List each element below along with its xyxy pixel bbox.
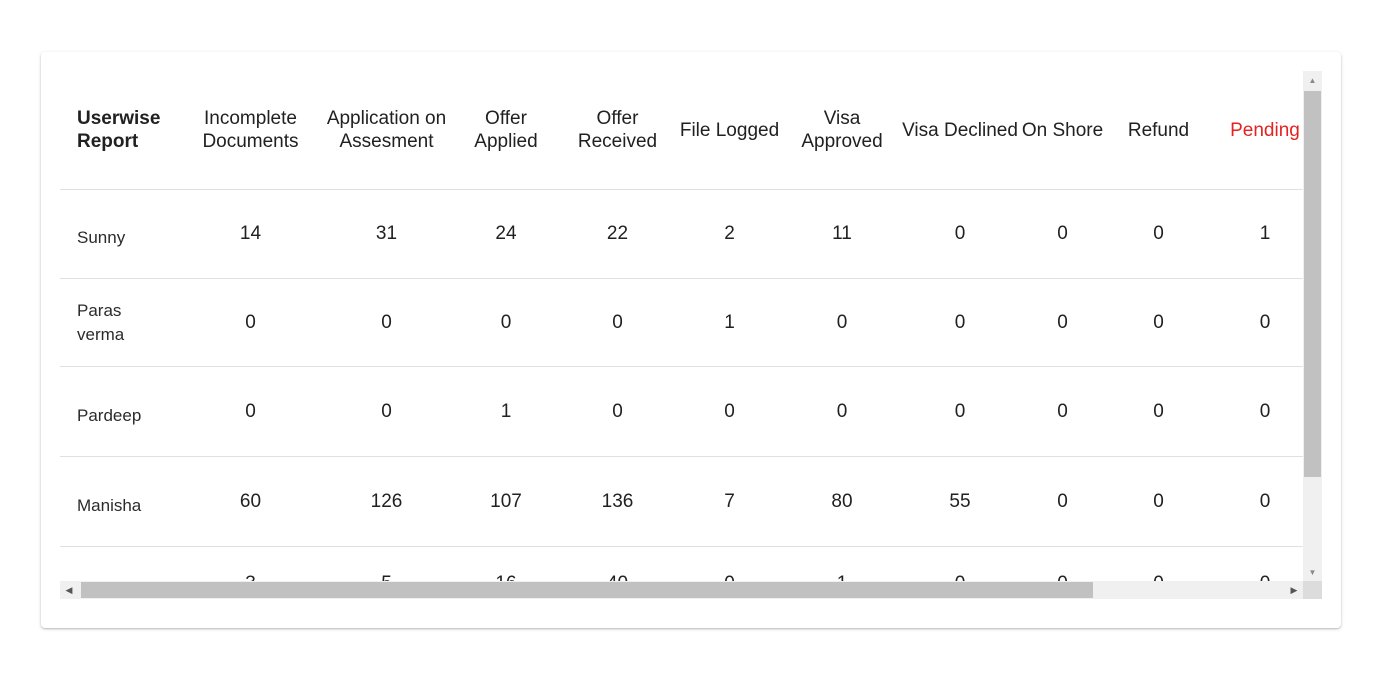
scrollbar-corner [1303, 581, 1322, 599]
table-cell: 1 [677, 278, 782, 367]
table-cell: 1 [454, 366, 558, 457]
triangle-up-icon[interactable]: ▲ [1303, 71, 1322, 89]
table-cell: 0 [319, 366, 454, 457]
triangle-left-icon[interactable]: ◀ [60, 581, 78, 599]
table-cell: 0 [319, 278, 454, 367]
table-cell: 0 [1210, 278, 1303, 367]
triangle-down-icon[interactable]: ▼ [1303, 563, 1322, 581]
column-header-visa-approved: Visa Approved [782, 71, 902, 190]
table-cell: 0 [902, 189, 1018, 279]
user-name-cell: Sunny [60, 189, 182, 279]
table-row: Sunny 14 31 24 22 2 11 0 0 0 1 [60, 189, 1303, 279]
table-cell: 3 [182, 546, 319, 581]
table-cell: 55 [902, 456, 1018, 547]
userwise-report-card: Userwise Report Incomplete Documents App… [41, 52, 1341, 628]
table-cell: 107 [454, 456, 558, 547]
column-header-application-on-assesment: Application on Assesment [319, 71, 454, 190]
table-cell: 2 [677, 189, 782, 279]
table-row: vaishali 3 5 16 40 0 1 0 0 0 0 [60, 546, 1303, 581]
column-header-userwise-report: Userwise Report [60, 71, 182, 190]
table-cell: 0 [782, 278, 902, 367]
table-cell: 0 [182, 366, 319, 457]
table-cell: 0 [1210, 456, 1303, 547]
table-cell: 0 [677, 366, 782, 457]
table-cell: 0 [558, 278, 677, 367]
table-cell: 0 [1018, 546, 1107, 581]
user-name-cell: Manisha [60, 456, 182, 547]
table-cell: 0 [1107, 189, 1210, 279]
column-header-on-shore: On Shore [1018, 71, 1107, 190]
userwise-report-table: Userwise Report Incomplete Documents App… [60, 71, 1303, 581]
table-cell: 0 [782, 366, 902, 457]
table-row: Manisha 60 126 107 136 7 80 55 0 0 0 [60, 456, 1303, 547]
table-cell: 0 [558, 366, 677, 457]
table-cell: 0 [1107, 278, 1210, 367]
table-cell: 0 [1107, 366, 1210, 457]
table-cell: 16 [454, 546, 558, 581]
column-header-incomplete-documents: Incomplete Documents [182, 71, 319, 190]
horizontal-scrollbar[interactable]: ◀ ▶ [60, 581, 1303, 599]
user-name-cell: Pardeep [60, 366, 182, 457]
column-header-pending: Pending [1210, 71, 1303, 190]
table-cell: 0 [902, 278, 1018, 367]
column-header-offer-received: Offer Received [558, 71, 677, 190]
table-cell: 136 [558, 456, 677, 547]
table-cell: 0 [1107, 456, 1210, 547]
table-cell: 1 [1210, 189, 1303, 279]
table-row: Paras verma 0 0 0 0 1 0 0 0 0 0 [60, 278, 1303, 367]
table-row: Pardeep 0 0 1 0 0 0 0 0 0 0 [60, 366, 1303, 457]
column-header-refund: Refund [1107, 71, 1210, 190]
table-cell: 0 [1210, 546, 1303, 581]
table-cell: 0 [454, 278, 558, 367]
column-header-offer-applied: Offer Applied [454, 71, 558, 190]
triangle-right-icon[interactable]: ▶ [1285, 581, 1303, 599]
table-cell: 31 [319, 189, 454, 279]
table-cell: 0 [1210, 366, 1303, 457]
table-cell: 60 [182, 456, 319, 547]
user-name-cell: Paras verma [60, 278, 182, 367]
header-row: Userwise Report Incomplete Documents App… [60, 71, 1303, 190]
horizontal-scroll-thumb[interactable] [81, 582, 1093, 598]
column-header-visa-declined: Visa Declined [902, 71, 1018, 190]
table-cell: 0 [902, 366, 1018, 457]
user-name-cell: vaishali [60, 546, 182, 581]
table-cell: 14 [182, 189, 319, 279]
vertical-scrollbar[interactable]: ▲ ▼ [1303, 71, 1322, 581]
table-cell: 0 [1107, 546, 1210, 581]
table-cell: 0 [1018, 189, 1107, 279]
table-cell: 0 [902, 546, 1018, 581]
table-cell: 0 [1018, 278, 1107, 367]
table-cell: 11 [782, 189, 902, 279]
table-cell: 126 [319, 456, 454, 547]
table-cell: 7 [677, 456, 782, 547]
table-cell: 40 [558, 546, 677, 581]
table-cell: 5 [319, 546, 454, 581]
table-cell: 0 [1018, 456, 1107, 547]
table-cell: 80 [782, 456, 902, 547]
table-cell: 1 [782, 546, 902, 581]
table-cell: 0 [677, 546, 782, 581]
table-cell: 0 [182, 278, 319, 367]
table-cell: 24 [454, 189, 558, 279]
table-cell: 22 [558, 189, 677, 279]
vertical-scroll-thumb[interactable] [1304, 91, 1321, 477]
table-cell: 0 [1018, 366, 1107, 457]
column-header-file-logged: File Logged [677, 71, 782, 190]
table-scroll-area[interactable]: Userwise Report Incomplete Documents App… [60, 71, 1303, 581]
